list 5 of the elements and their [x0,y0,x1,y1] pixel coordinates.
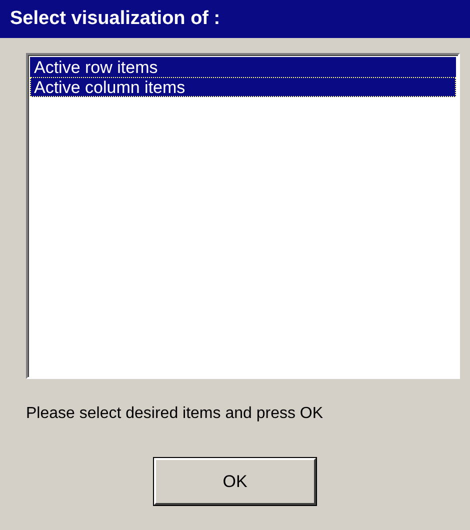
instruction-text: Please select desired items and press OK [26,405,324,423]
ok-button[interactable]: OK [154,458,316,505]
list-item[interactable]: Active row items [30,57,456,77]
list-item[interactable]: Active column items [30,77,456,97]
window-title: Select visualization of : [0,0,470,38]
